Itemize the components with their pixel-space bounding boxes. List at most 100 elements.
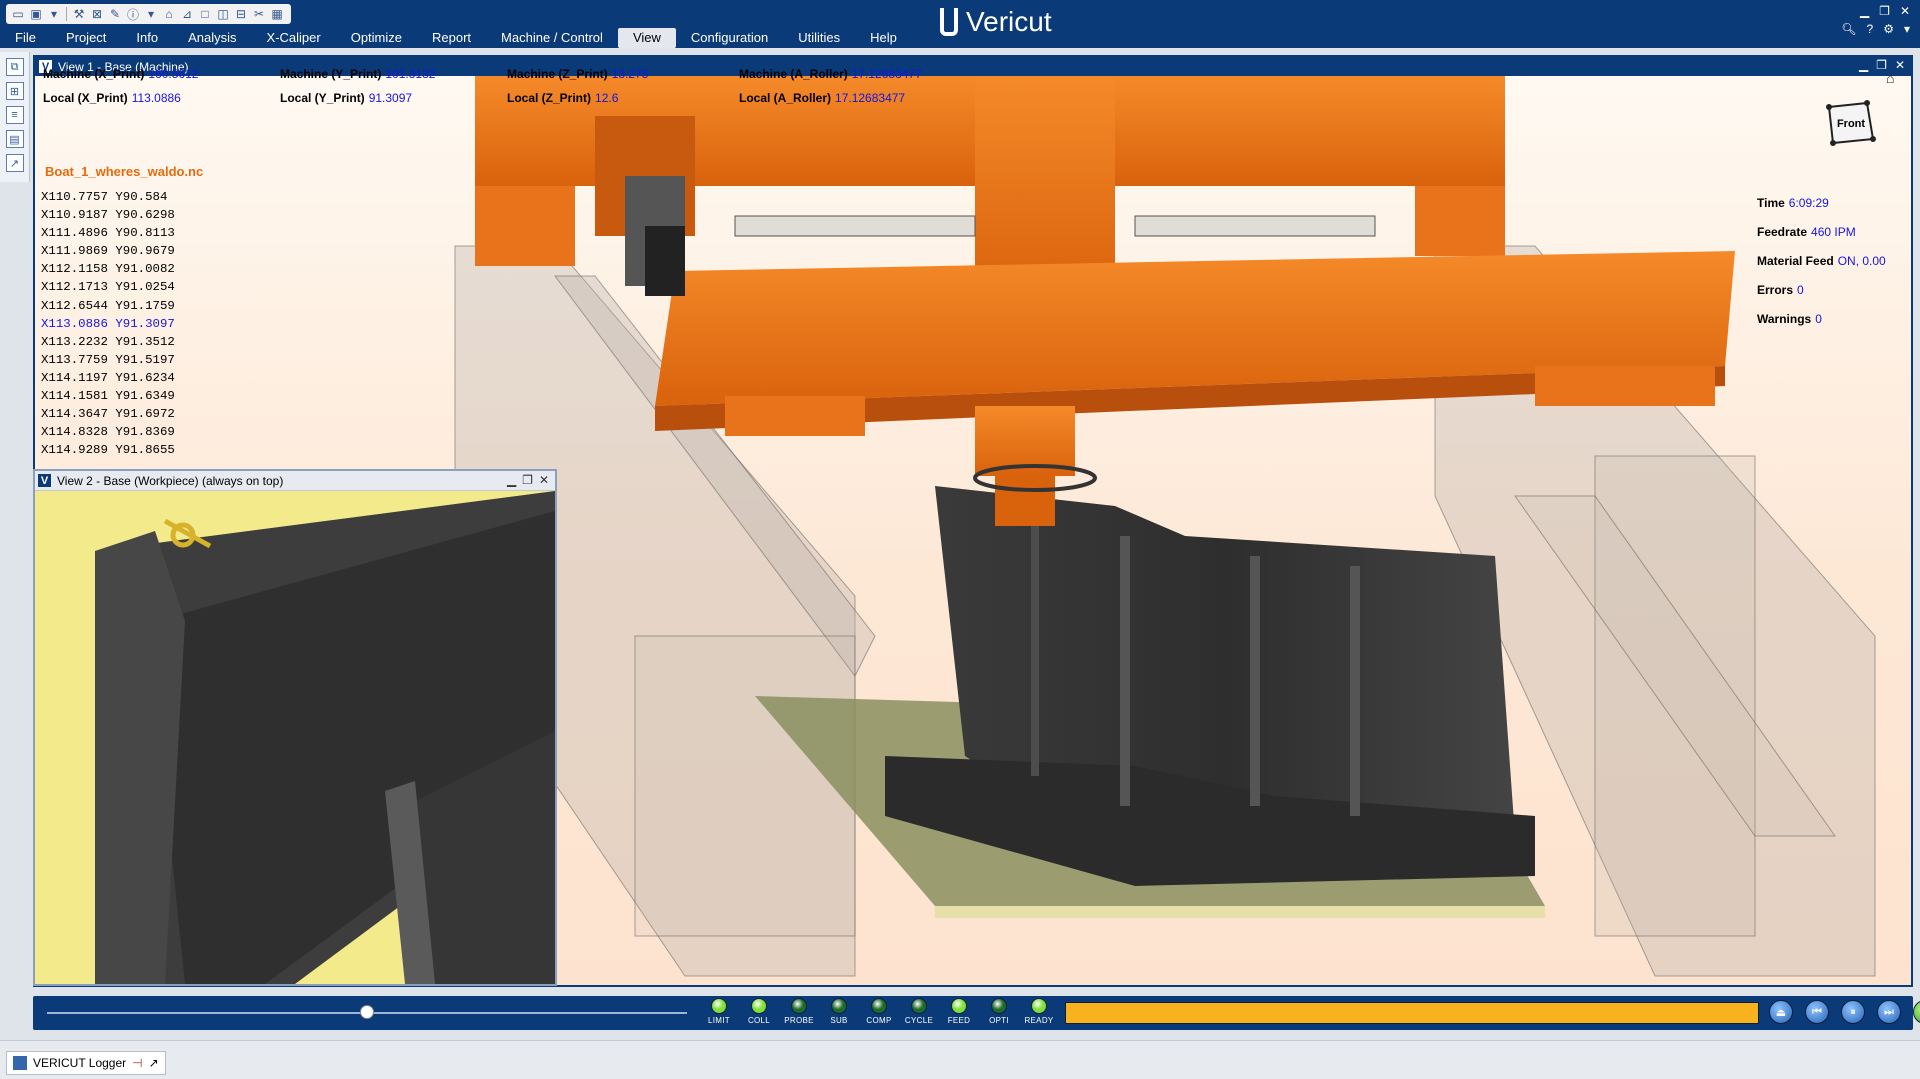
nc-line: X114.1581 Y91.6349 (41, 389, 175, 404)
pause-icon[interactable]: ⏸ (1841, 1000, 1865, 1024)
view-2-workpiece[interactable]: V View 2 - Base (Workpiece) (always on t… (33, 469, 557, 986)
layers-icon[interactable]: ▤ (5, 130, 24, 148)
reset-icon[interactable]: ⏏ (1769, 1000, 1793, 1024)
components-icon[interactable]: ⊞ (5, 82, 24, 100)
nc-program-icon[interactable]: ≡ (5, 106, 24, 124)
readout-label: Machine (Y_Print) (280, 67, 382, 81)
step-forward-icon[interactable]: ⏭ (1877, 1000, 1901, 1024)
dropdown-icon[interactable]: ▾ (46, 6, 62, 22)
layout-single-icon[interactable]: □ (197, 6, 213, 22)
slider-thumb[interactable] (360, 1005, 374, 1019)
step-back-icon[interactable]: ⏮ (1805, 1000, 1829, 1024)
menu-file[interactable]: File (0, 28, 51, 48)
led-label: LIMIT (708, 1016, 730, 1025)
progress-fill (1066, 1003, 1758, 1023)
menu-configuration[interactable]: Configuration (676, 28, 783, 48)
menu-utilities[interactable]: Utilities (783, 28, 855, 48)
readout-value: 91.3097 (368, 91, 413, 105)
playback-controls: ⏏ ⏮ ⏸ ⏭ ▶ (1769, 1000, 1920, 1024)
external-link-icon[interactable]: ↗ (149, 1056, 159, 1070)
nc-line: X110.7757 Y90.584 (41, 190, 168, 204)
layout-split-icon[interactable]: ◫ (215, 6, 231, 22)
open-folder-icon[interactable]: ▭ (10, 6, 26, 22)
menu-optimize[interactable]: Optimize (336, 28, 417, 48)
menu-bar: File Project Info Analysis X-Caliper Opt… (0, 28, 912, 48)
setup-icon[interactable]: ⌂ (161, 6, 177, 22)
nc-file-name: Boat_1_wheres_waldo.nc (45, 164, 204, 179)
readout-local-x: Local (X_Print) 113.0886 (43, 91, 181, 105)
menu-x-caliper[interactable]: X-Caliper (252, 28, 336, 48)
nc-line: X112.6544 Y91.1759 (41, 298, 175, 313)
readout-label: Machine (X_Print) (43, 67, 145, 81)
menu-view[interactable]: View (617, 28, 676, 48)
home-view-icon[interactable]: ⌂ (1886, 70, 1894, 86)
nc-line: X113.7759 Y91.5197 (41, 352, 175, 367)
cut-icon[interactable]: ✂ (251, 6, 267, 22)
menu-analysis[interactable]: Analysis (173, 28, 251, 48)
led-opti: OPTI (981, 998, 1017, 1028)
readout-value: 113.0886 (131, 91, 181, 105)
menu-help[interactable]: Help (855, 28, 912, 48)
close-icon[interactable]: ✕ (1900, 4, 1910, 18)
chevron-down-icon[interactable]: ▾ (1904, 22, 1910, 36)
menu-project[interactable]: Project (51, 28, 121, 48)
stat-value: 460 IPM (1811, 225, 1856, 239)
view-2-close-icon[interactable]: ✕ (539, 473, 549, 487)
stat-label: Errors (1757, 283, 1794, 297)
led-indicator-icon (911, 998, 927, 1014)
menu-info[interactable]: Info (121, 28, 173, 48)
play-icon[interactable]: ▶ (1913, 1000, 1920, 1024)
readout-value: 17.12683477 (851, 67, 922, 81)
view-cube[interactable]: Front (1823, 95, 1877, 149)
readout-machine-y: Machine (Y_Print) 101.3132 (280, 67, 435, 81)
readout-local-z: Local (Z_Print) 12.6 (507, 91, 618, 105)
status-bar: VERICUT Logger ⊣ ↗ (0, 1040, 1920, 1079)
nc-program-listing: X110.7757 Y90.584 X110.9187 Y90.6298 X11… (41, 188, 175, 459)
menu-report[interactable]: Report (417, 28, 486, 48)
view-2-minimize-icon[interactable]: ▁ (507, 473, 516, 487)
readout-label: Machine (Z_Print) (507, 67, 608, 81)
tool-manager-icon[interactable]: ⚒ (71, 6, 87, 22)
vericut-logo-icon (940, 8, 958, 36)
led-label: COLL (747, 1016, 771, 1025)
toolbar-separator (66, 7, 67, 21)
ruler-icon[interactable]: ⊠ (89, 6, 105, 22)
minimize-icon[interactable]: ▁ (1860, 4, 1869, 18)
logger-icon (13, 1056, 27, 1070)
workpiece-closeup-scene[interactable] (35, 491, 555, 984)
external-link-icon[interactable]: ↗ (5, 154, 24, 172)
pin-icon[interactable]: ⊣ (132, 1056, 142, 1070)
restore-icon[interactable]: ❐ (1879, 4, 1890, 18)
view-1-close-icon[interactable]: ✕ (1895, 58, 1905, 72)
readout-value: 101.3132 (385, 67, 436, 81)
menu-machine-control[interactable]: Machine / Control (486, 28, 618, 48)
image-icon[interactable]: ▦ (269, 6, 285, 22)
view-2-restore-icon[interactable]: ❐ (522, 473, 533, 487)
view-1-minimize-icon[interactable]: ▁ (1859, 58, 1868, 72)
info-icon[interactable]: ⓘ (125, 6, 141, 22)
status-leds: LIMIT COLL PROBE SUB COMP CYCLE FEED OPTI READY (701, 998, 1057, 1028)
led-feed: FEED (941, 998, 977, 1028)
readout-label: Local (X_Print) (43, 91, 128, 105)
simulation-stats: Time 6:09:29 Feedrate 460 IPM Material Fee… (1757, 189, 1886, 334)
gear-icon[interactable]: ⚙ (1883, 22, 1894, 36)
save-icon[interactable]: ▣ (28, 6, 44, 22)
x-caliper-icon[interactable]: ⊿ (179, 6, 195, 22)
led-label: PROBE (784, 1016, 814, 1025)
dropdown-icon[interactable]: ▾ (143, 6, 159, 22)
vericut-logger-tab[interactable]: VERICUT Logger ⊣ ↗ (6, 1051, 166, 1075)
nc-line: X111.9869 Y90.9679 (41, 244, 175, 259)
nc-line-current: X113.0886 Y91.3097 (41, 316, 175, 331)
layout-stack-icon[interactable]: ⊟ (233, 6, 249, 22)
search-icon[interactable]: 🔍︎ (1841, 22, 1856, 36)
window-controls: ▁ ❐ ✕ 🔍︎ ? ⚙ ▾ (1841, 4, 1910, 36)
project-tree-icon[interactable]: ⧉ (5, 58, 24, 76)
nc-line: X114.9289 Y91.8655 (41, 443, 175, 458)
edit-icon[interactable]: ✎ (107, 6, 123, 22)
brand: Vericut (940, 6, 1052, 38)
readout-local-a: Local (A_Roller) 17.12683477 (739, 91, 905, 105)
stat-value: ON, 0.00 (1837, 254, 1886, 268)
left-tool-strip: ⧉ ⊞ ≡ ▤ ↗ (0, 52, 30, 182)
help-icon[interactable]: ? (1867, 22, 1874, 36)
led-ready: READY (1021, 998, 1057, 1028)
